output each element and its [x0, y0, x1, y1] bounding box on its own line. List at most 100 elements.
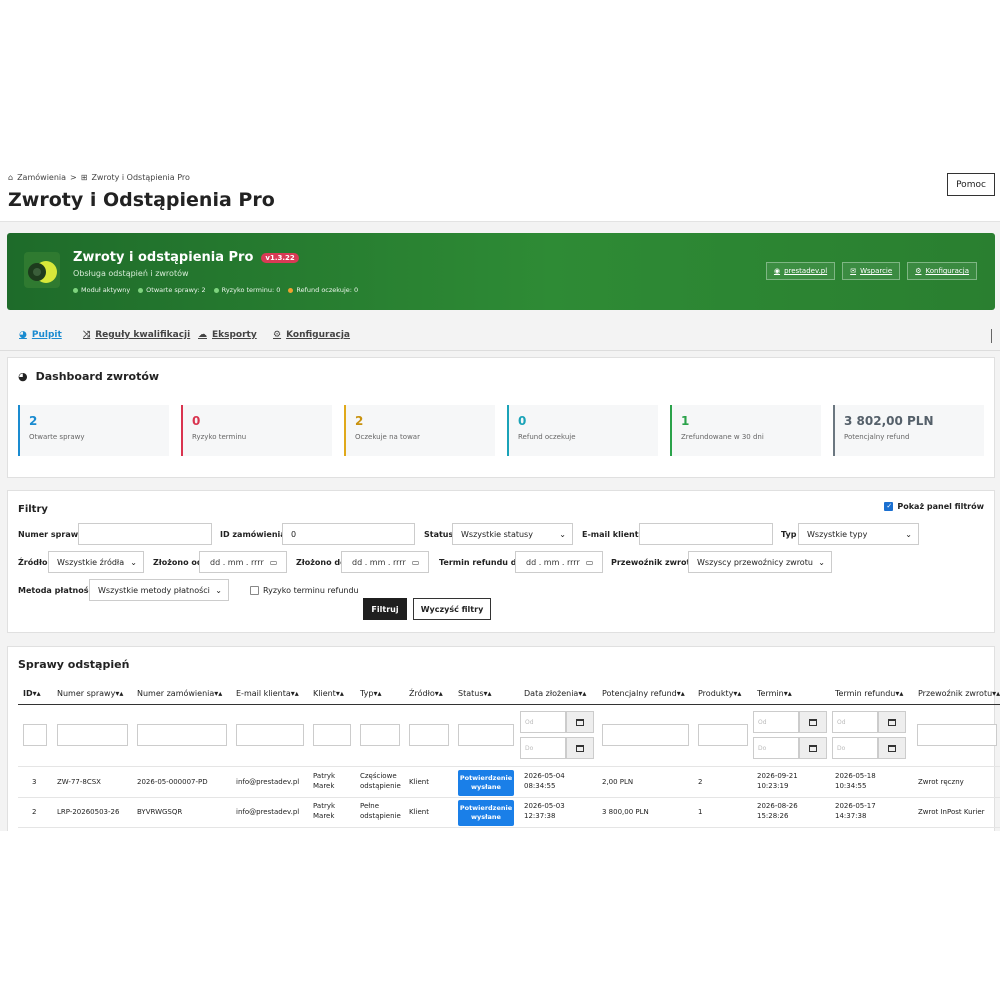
case-number-input[interactable] — [78, 523, 212, 545]
prestadev-link[interactable]: ◉ prestadev.pl — [765, 262, 836, 280]
module-logo-icon — [24, 252, 60, 288]
cell-type-second: odstąpienie — [360, 812, 401, 820]
cell-type-first: Pełne — [360, 802, 380, 810]
configuration-link[interactable]: ⚙ Konfiguracja — [907, 262, 977, 280]
stat-refunded-30d[interactable]: 1 Zrefundowane w 30 dni — [670, 405, 821, 456]
filter-case-number-input[interactable] — [57, 724, 128, 746]
type-select[interactable]: Wszystkie typy ⌄ — [798, 523, 919, 545]
chevron-down-icon: ⌄ — [559, 529, 566, 539]
carrier-label: Przewoźnik zwrotu — [611, 558, 696, 567]
calendar-icon[interactable] — [799, 711, 827, 733]
filter-deadline-to-input[interactable]: Do — [753, 737, 799, 759]
carrier-select[interactable]: Wszyscy przewoźnicy zwrotu ⌄ — [688, 551, 832, 573]
submitted-from-date[interactable]: dd . mm . rrrr ▭ — [199, 551, 287, 573]
filter-carrier-input[interactable] — [917, 724, 997, 746]
clear-filters-button[interactable]: Wyczyść filtry — [413, 598, 491, 620]
filter-deadline-from-input[interactable]: Od — [753, 711, 799, 733]
calendar-icon[interactable] — [566, 737, 594, 759]
col-header-refund-deadline[interactable]: Termin refundu▾▴ — [835, 689, 903, 698]
palette-icon: ◕ — [18, 370, 28, 383]
col-header-potential-refund[interactable]: Potencjalny refund▾▴ — [602, 689, 685, 698]
col-header-order-number[interactable]: Numer zamówienia▾▴ — [137, 689, 222, 698]
cell-client-second: Marek — [313, 782, 335, 790]
status-open-cases: Otwarte sprawy: 2 — [138, 286, 206, 294]
tab-pulpit[interactable]: ◕ Pulpit — [19, 330, 62, 340]
show-filter-panel-toggle[interactable]: Pokaż panel filtrów — [884, 502, 984, 511]
submitted-to-label: Złożono do — [296, 558, 346, 567]
calendar-icon[interactable] — [878, 737, 906, 759]
module-status-list: Moduł aktywny Otwarte sprawy: 2 Ryzyko t… — [73, 286, 358, 294]
tab-exports[interactable]: ☁ Eksporty — [198, 330, 257, 340]
filter-date-to-input[interactable]: Do — [520, 737, 566, 759]
status-select[interactable]: Wszystkie statusy ⌄ — [452, 523, 573, 545]
stat-deadline-risk[interactable]: 0 Ryzyko terminu — [181, 405, 332, 456]
filter-order-number-input[interactable] — [137, 724, 227, 746]
status-refund-pending: Refund oczekuje: 0 — [288, 286, 358, 294]
checkbox-unchecked-icon[interactable] — [250, 586, 259, 595]
sort-icon: ▾▴ — [992, 689, 1000, 698]
page-title: Zwroty i Odstąpienia Pro — [8, 189, 275, 211]
tab-configuration[interactable]: ⚙ Konfiguracja — [273, 330, 350, 340]
filter-date-from-input[interactable]: Od — [520, 711, 566, 733]
filter-client-input[interactable] — [313, 724, 351, 746]
calendar-icon[interactable] — [878, 711, 906, 733]
order-id-input[interactable]: 0 — [282, 523, 415, 545]
col-header-case-number[interactable]: Numer sprawy▾▴ — [57, 689, 123, 698]
cell-id: 2 — [32, 808, 37, 816]
payment-method-select[interactable]: Wszystkie metody płatności ⌄ — [89, 579, 229, 601]
cell-case-number[interactable]: LRP-20260503-26 — [57, 807, 119, 817]
palette-icon: ◕ — [19, 330, 27, 340]
module-banner: Zwroty i odstąpienia Pro v1.3.22 Obsługa… — [7, 233, 995, 310]
filter-products-input[interactable] — [698, 724, 748, 746]
source-select[interactable]: Wszystkie źródła ⌄ — [48, 551, 144, 573]
col-header-client[interactable]: Klient▾▴ — [313, 689, 344, 698]
tab-rules[interactable]: ⤨ Reguły kwalifikacji — [83, 330, 190, 340]
submitted-to-date[interactable]: dd . mm . rrrr ▭ — [341, 551, 429, 573]
checkbox-checked-icon[interactable] — [884, 502, 894, 511]
col-header-source[interactable]: Źródło▾▴ — [409, 689, 443, 698]
filter-source-input[interactable] — [409, 724, 449, 746]
cell-type-first: Częściowe — [360, 772, 397, 780]
cell-products: 1 — [698, 808, 703, 816]
col-header-email[interactable]: E-mail klienta▾▴ — [236, 689, 299, 698]
filter-button[interactable]: Filtruj — [363, 598, 407, 620]
filter-id-input[interactable] — [23, 724, 47, 746]
support-link[interactable]: ✉ Wsparcie — [842, 262, 901, 280]
col-header-carrier[interactable]: Przewoźnik zwrotu▾▴ — [918, 689, 1000, 698]
calendar-icon[interactable] — [566, 711, 594, 733]
email-label: E-mail klienta — [582, 530, 644, 539]
filter-refund-input[interactable] — [602, 724, 689, 746]
status-module-active: Moduł aktywny — [73, 286, 130, 294]
stat-awaiting-goods[interactable]: 2 Oczekuje na towar — [344, 405, 495, 456]
col-header-deadline[interactable]: Termin▾▴ — [757, 689, 792, 698]
stat-value: 0 — [192, 414, 201, 428]
stat-value: 2 — [29, 414, 38, 428]
col-header-date[interactable]: Data złożenia▾▴ — [524, 689, 586, 698]
email-input[interactable] — [639, 523, 773, 545]
cell-order-number[interactable]: BYVRWGSQR — [137, 807, 182, 817]
cell-case-number[interactable]: ZW-77-8CSX — [57, 777, 101, 787]
filter-refund-deadline-from-input[interactable]: Od — [832, 711, 878, 733]
col-header-products[interactable]: Produkty▾▴ — [698, 689, 741, 698]
refund-deadline-date[interactable]: dd . mm . rrrr ▭ — [515, 551, 603, 573]
calendar-icon[interactable] — [799, 737, 827, 759]
col-header-type[interactable]: Typ▾▴ — [360, 689, 381, 698]
stat-refund-pending[interactable]: 0 Refund oczekuje — [507, 405, 658, 456]
sort-icon: ▾▴ — [783, 689, 792, 698]
filter-status-input[interactable] — [458, 724, 514, 746]
cell-carrier: Zwrot InPost Kurier — [918, 808, 985, 816]
breadcrumb-parent[interactable]: Zamówienia — [17, 173, 66, 182]
module-links: ◉ prestadev.pl ✉ Wsparcie ⚙ Konfiguracja — [765, 262, 977, 280]
filter-refund-deadline-to-input[interactable]: Do — [832, 737, 878, 759]
filter-email-input[interactable] — [236, 724, 304, 746]
col-header-status[interactable]: Status▾▴ — [458, 689, 492, 698]
col-header-id[interactable]: ID▾▴ — [23, 689, 41, 698]
help-button[interactable]: Pomoc — [947, 173, 995, 196]
status-badge: Potwierdzenie wysłane — [458, 770, 514, 796]
cell-order-number[interactable]: 2026-05-000007-PD — [137, 777, 208, 787]
calendar-icon: ▭ — [585, 557, 594, 567]
deadline-risk-filter[interactable]: Ryzyko terminu refundu — [250, 586, 359, 595]
stat-potential-refund[interactable]: 3 802,00 PLN Potencjalny refund — [833, 405, 984, 456]
filter-type-input[interactable] — [360, 724, 400, 746]
stat-open-cases[interactable]: 2 Otwarte sprawy — [18, 405, 169, 456]
